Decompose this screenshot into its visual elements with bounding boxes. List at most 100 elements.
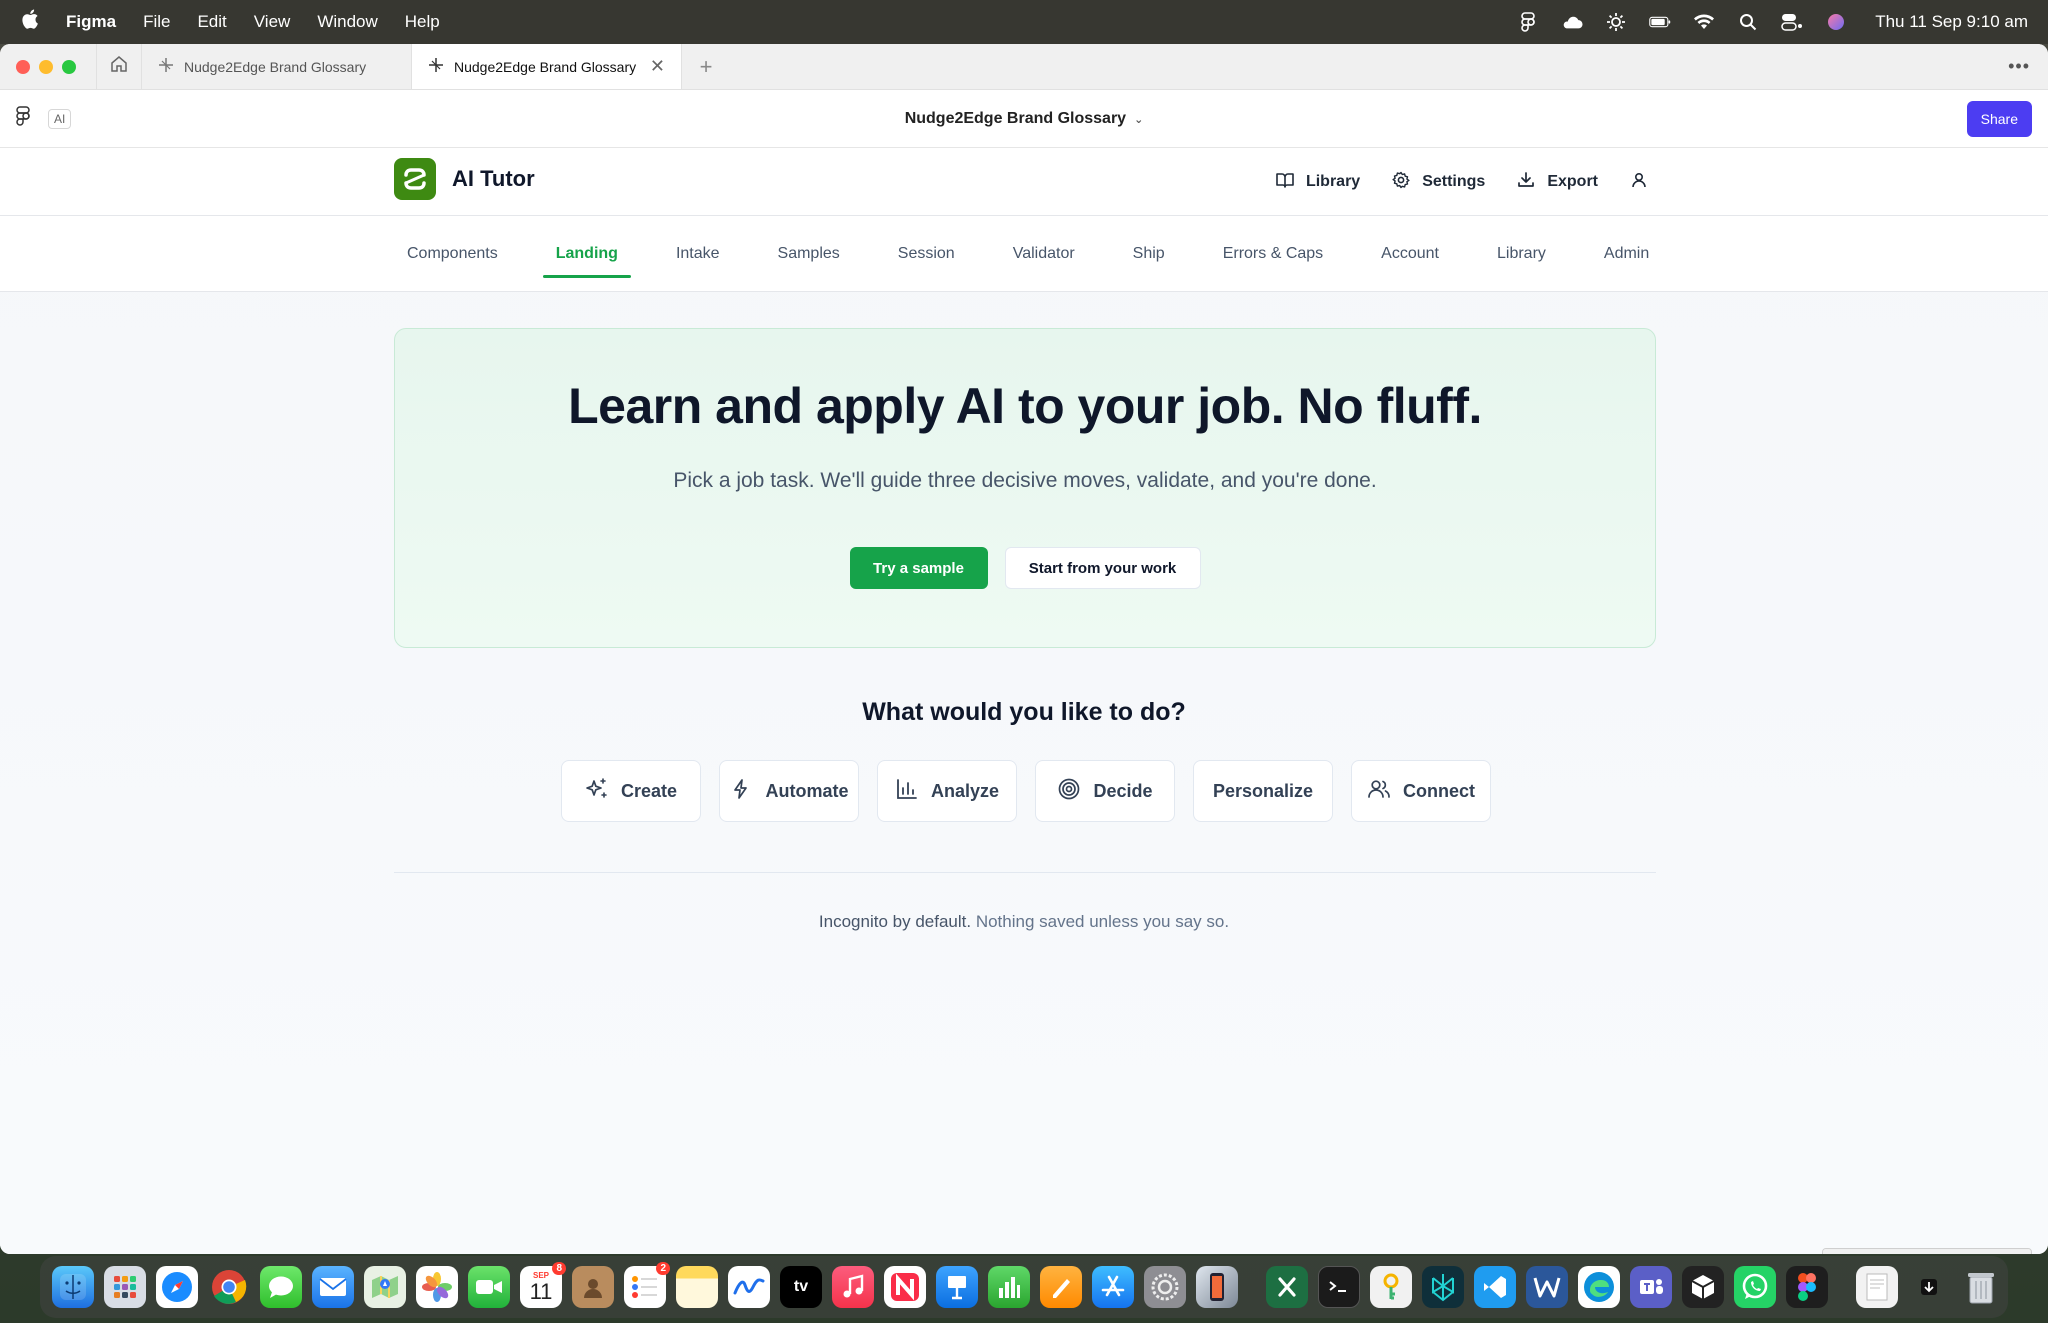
siri-icon[interactable] — [1825, 13, 1847, 31]
iphone-mirroring-icon[interactable] — [1196, 1266, 1238, 1308]
menu-edit[interactable]: Edit — [197, 12, 226, 32]
library-button[interactable]: Library — [1276, 172, 1360, 193]
brightness-icon[interactable] — [1605, 13, 1627, 31]
personalize-button[interactable]: Personalize — [1193, 760, 1333, 822]
numbers-icon[interactable] — [988, 1266, 1030, 1308]
menu-window[interactable]: Window — [317, 12, 377, 32]
photos-icon[interactable] — [416, 1266, 458, 1308]
tab-landing[interactable]: Landing — [542, 216, 632, 292]
vscode-icon[interactable] — [1474, 1266, 1516, 1308]
finder-icon[interactable] — [52, 1266, 94, 1308]
perplexity-icon[interactable] — [1422, 1266, 1464, 1308]
pages-icon[interactable] — [1040, 1266, 1082, 1308]
chevron-down-icon: ⌄ — [1134, 113, 1144, 126]
close-window-button[interactable] — [16, 59, 30, 74]
edge-icon[interactable] — [1578, 1266, 1620, 1308]
tab-samples[interactable]: Samples — [765, 216, 853, 292]
tab-validator[interactable]: Validator — [1000, 216, 1088, 292]
try-sample-button[interactable]: Try a sample — [849, 547, 988, 589]
menu-app-name[interactable]: Figma — [66, 12, 116, 32]
file-title[interactable]: Nudge2Edge Brand Glossary ⌄ — [0, 110, 2048, 128]
tab-file-2[interactable]: Nudge2Edge Brand Glossary ✕ — [412, 44, 682, 89]
tab-errors-caps[interactable]: Errors & Caps — [1210, 216, 1336, 292]
document-stack-icon[interactable] — [1856, 1266, 1898, 1308]
menu-bar: Figma File Edit View Window Help Thu 11 … — [0, 0, 2048, 44]
figma-status-icon[interactable] — [1517, 12, 1539, 32]
reminders-icon[interactable]: 2 — [624, 1262, 670, 1308]
export-button[interactable]: Export — [1517, 171, 1598, 194]
word-icon[interactable] — [1526, 1266, 1568, 1308]
tab-components[interactable]: Components — [394, 216, 511, 292]
box-app-icon[interactable] — [1682, 1266, 1724, 1308]
whatsapp-icon[interactable] — [1734, 1266, 1776, 1308]
downloads-stack-icon[interactable] — [1908, 1266, 1950, 1308]
settings-button[interactable]: Settings — [1392, 171, 1485, 194]
launchpad-icon[interactable] — [104, 1266, 146, 1308]
figma-app-icon[interactable] — [1786, 1266, 1828, 1308]
system-settings-icon[interactable] — [1144, 1266, 1186, 1308]
connect-button[interactable]: Connect — [1351, 760, 1491, 822]
figma-logo-icon[interactable] — [16, 106, 36, 131]
search-icon[interactable] — [1737, 13, 1759, 31]
reminders-badge: 2 — [656, 1262, 670, 1275]
account-button[interactable] — [1630, 171, 1648, 194]
decide-button[interactable]: Decide — [1035, 760, 1175, 822]
app-name: AI Tutor — [452, 166, 535, 191]
calendar-icon[interactable]: SEP 11 8 — [520, 1262, 566, 1308]
tab-file-1[interactable]: Nudge2Edge Brand Glossary — [142, 44, 412, 89]
minimize-window-button[interactable] — [39, 59, 53, 74]
teams-icon[interactable] — [1630, 1266, 1672, 1308]
music-icon[interactable] — [832, 1266, 874, 1308]
passwords-icon[interactable] — [1370, 1266, 1412, 1308]
messages-icon[interactable] — [260, 1266, 302, 1308]
trash-icon[interactable] — [1960, 1266, 2002, 1308]
close-tab-icon[interactable]: ✕ — [650, 56, 665, 77]
apple-tv-label: tv — [793, 1278, 809, 1295]
apple-tv-icon[interactable]: tv — [780, 1266, 822, 1308]
tab-library[interactable]: Library — [1484, 216, 1559, 292]
create-button[interactable]: Create — [561, 760, 701, 822]
menu-view[interactable]: View — [254, 12, 291, 32]
apple-menu-icon[interactable] — [20, 9, 40, 35]
menu-file[interactable]: File — [143, 12, 170, 32]
automate-button[interactable]: Automate — [719, 760, 859, 822]
tab-intake[interactable]: Intake — [663, 216, 733, 292]
news-icon[interactable] — [884, 1266, 926, 1308]
terminal-icon[interactable] — [1318, 1266, 1360, 1308]
freeform-icon[interactable] — [728, 1266, 770, 1308]
frame-thumbnail[interactable] — [1822, 1248, 2032, 1254]
chrome-icon[interactable] — [208, 1266, 250, 1308]
add-tab-icon[interactable]: + — [682, 44, 730, 89]
cloud-icon[interactable] — [1561, 13, 1583, 31]
battery-icon[interactable] — [1649, 13, 1671, 31]
menu-clock[interactable]: Thu 11 Sep 9:10 am — [1875, 12, 2028, 32]
notes-icon[interactable] — [676, 1266, 718, 1308]
tab-session[interactable]: Session — [885, 216, 968, 292]
home-tab[interactable] — [96, 44, 142, 89]
lightning-icon — [729, 777, 753, 806]
app-store-icon[interactable] — [1092, 1266, 1134, 1308]
control-center-icon[interactable] — [1781, 13, 1803, 31]
excel-icon[interactable] — [1266, 1266, 1308, 1308]
share-button[interactable]: Share — [1966, 100, 2032, 137]
zoom-window-button[interactable] — [62, 59, 76, 74]
file-title-text: Nudge2Edge Brand Glossary — [904, 109, 1127, 127]
tab-account[interactable]: Account — [1368, 216, 1452, 292]
menu-help[interactable]: Help — [405, 12, 440, 32]
analyze-button[interactable]: Analyze — [877, 760, 1017, 822]
ai-badge[interactable]: AI — [48, 108, 72, 129]
keynote-icon[interactable] — [936, 1266, 978, 1308]
brand[interactable]: AI Tutor — [394, 158, 535, 200]
mail-icon[interactable] — [312, 1266, 354, 1308]
tab-ship[interactable]: Ship — [1120, 216, 1178, 292]
tab-admin[interactable]: Admin — [1591, 216, 1662, 292]
wifi-icon[interactable] — [1693, 13, 1715, 31]
settings-label: Settings — [1422, 173, 1486, 190]
maps-icon[interactable] — [364, 1266, 406, 1308]
safari-icon[interactable] — [156, 1266, 198, 1308]
contacts-icon[interactable] — [572, 1266, 614, 1308]
more-options-icon[interactable]: ••• — [2008, 56, 2030, 77]
personalize-label: Personalize — [1212, 780, 1314, 801]
start-from-work-button[interactable]: Start from your work — [1004, 547, 1201, 589]
facetime-icon[interactable] — [468, 1266, 510, 1308]
